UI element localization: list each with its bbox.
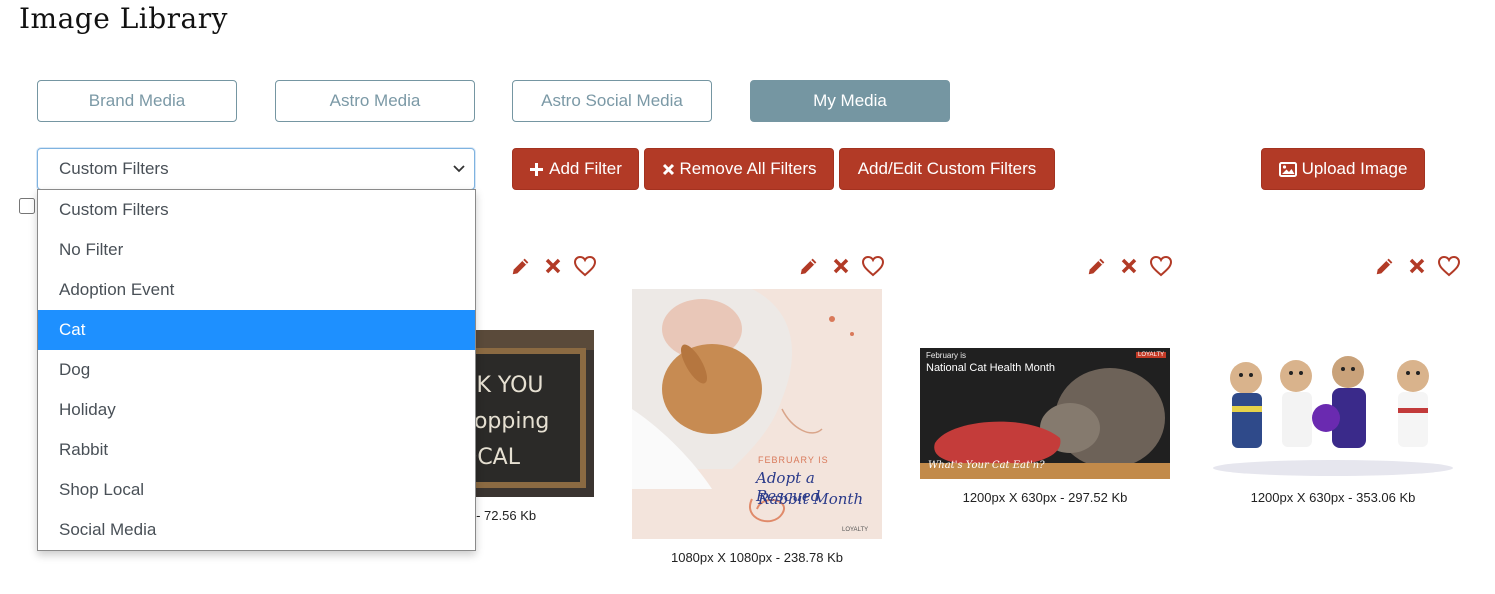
overlay-small-text: February is (926, 351, 967, 360)
heart-icon[interactable] (861, 254, 885, 278)
plus-icon (530, 162, 544, 176)
chalkboard-text: NK YOU hopping OCAL (460, 373, 550, 470)
dropdown-option-no-filter[interactable]: No Filter (38, 230, 475, 270)
heart-icon[interactable] (1149, 254, 1173, 278)
image-thumbnail-pugs[interactable] (1208, 348, 1458, 479)
pencil-icon[interactable] (1373, 254, 1397, 278)
add-edit-custom-filters-button[interactable]: Add/Edit Custom Filters (839, 148, 1055, 190)
tab-astro-media[interactable]: Astro Media (275, 80, 475, 122)
pugs-illustration (1213, 356, 1453, 476)
overlay-bottom-text: What's Your Cat Eat'n? (928, 460, 1045, 471)
pencil-icon[interactable] (1085, 254, 1109, 278)
x-icon (662, 163, 674, 175)
upload-image-button[interactable]: Upload Image (1261, 148, 1425, 190)
pencil-icon[interactable] (797, 254, 821, 278)
chevron-down-icon (453, 165, 465, 173)
remove-all-filters-label: Remove All Filters (679, 159, 817, 178)
dropdown-option-cat[interactable]: Cat (38, 310, 475, 350)
image-icon (1278, 161, 1297, 177)
dropdown-option-holiday[interactable]: Holiday (38, 390, 475, 430)
loyalty-logo: LOYALTY (1136, 352, 1167, 358)
image-thumbnail-rabbit[interactable]: FEBRUARY IS Adopt a Rescued Rabbit Month… (632, 289, 882, 539)
card-4-actions (1373, 254, 1461, 278)
card-3-actions (1085, 254, 1173, 278)
close-icon[interactable] (541, 254, 565, 278)
select-value: Custom Filters (59, 159, 169, 178)
heart-icon[interactable] (1437, 254, 1461, 278)
dropdown-option-shop-local[interactable]: Shop Local (38, 470, 475, 510)
upload-image-label: Upload Image (1301, 159, 1408, 178)
close-icon[interactable] (1117, 254, 1141, 278)
close-icon[interactable] (1405, 254, 1429, 278)
image-caption: 1080px X 1080px - 238.78 Kb (670, 550, 844, 565)
image-thumbnail-cat[interactable]: February is National Cat Health Month Wh… (920, 348, 1170, 479)
page-title: Image Library (19, 2, 228, 35)
image-caption: 1200px X 630px - 297.52 Kb (962, 490, 1128, 505)
close-icon[interactable] (829, 254, 853, 278)
loyalty-logo: LOYALTY (842, 527, 869, 533)
overlay-title: National Cat Health Month (926, 362, 1056, 374)
dropdown-option-rabbit[interactable]: Rabbit (38, 430, 475, 470)
dropdown-option-social-media[interactable]: Social Media (38, 510, 475, 550)
tab-brand-media[interactable]: Brand Media (37, 80, 237, 122)
overlay-small-text: FEBRUARY IS (758, 455, 829, 465)
custom-filters-select[interactable]: Custom Filters (37, 148, 475, 190)
add-filter-button[interactable]: Add Filter (512, 148, 639, 190)
dropdown-option-adoption-event[interactable]: Adoption Event (38, 270, 475, 310)
overlay-line-2: Rabbit Month (758, 490, 864, 508)
dropdown-option-custom-filters[interactable]: Custom Filters (38, 190, 475, 230)
tab-my-media[interactable]: My Media (750, 80, 950, 122)
select-all-checkbox[interactable] (19, 198, 35, 214)
pencil-icon[interactable] (509, 254, 533, 278)
dropdown-option-dog[interactable]: Dog (38, 350, 475, 390)
card-1-actions (509, 254, 597, 278)
add-filter-label: Add Filter (549, 159, 622, 178)
card-2-actions (797, 254, 885, 278)
image-caption: 1200px X 630px - 353.06 Kb (1250, 490, 1416, 505)
remove-all-filters-button[interactable]: Remove All Filters (644, 148, 834, 190)
tab-astro-social-media[interactable]: Astro Social Media (512, 80, 712, 122)
add-edit-custom-filters-label: Add/Edit Custom Filters (857, 159, 1037, 178)
heart-icon[interactable] (573, 254, 597, 278)
image-caption: x - 72.56 Kb (466, 508, 537, 523)
custom-filters-dropdown: Custom Filters No Filter Adoption Event … (37, 189, 476, 551)
